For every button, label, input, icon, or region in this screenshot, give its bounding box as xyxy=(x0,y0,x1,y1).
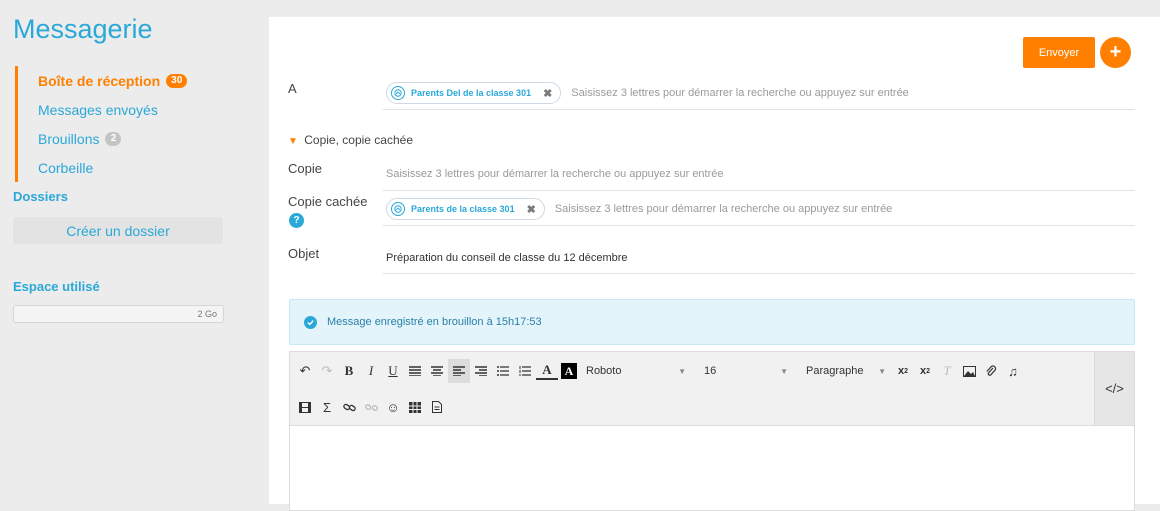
font-family-select[interactable]: Roboto ▼ xyxy=(580,365,692,377)
to-field[interactable]: Parents Del de la classe 301 ✖ Saisissez… xyxy=(383,77,1135,110)
align-justify-icon[interactable] xyxy=(404,359,426,383)
bcc-search-input[interactable]: Saisissez 3 lettres pour démarrer la rec… xyxy=(555,203,893,215)
drafts-count-badge: 2 xyxy=(105,131,122,146)
storage-title: Espace utilisé xyxy=(13,279,100,294)
unread-count-badge: 30 xyxy=(166,73,188,88)
app-title: Messagerie xyxy=(13,14,153,44)
image-icon[interactable] xyxy=(958,359,980,383)
italic-icon[interactable]: I xyxy=(360,359,382,383)
nav-item-drafts[interactable]: Brouillons 2 xyxy=(18,124,235,153)
caret-down-icon: ▼ xyxy=(678,366,686,376)
superscript-icon[interactable]: x2 xyxy=(914,359,936,383)
subject-label: Objet xyxy=(288,246,320,261)
clear-format-icon[interactable]: T xyxy=(936,359,958,383)
numbered-list-icon[interactable] xyxy=(514,359,536,383)
subject-input[interactable]: Préparation du conseil de classe du 12 d… xyxy=(386,252,628,264)
align-left-icon[interactable] xyxy=(448,359,470,383)
text-color-icon[interactable]: A xyxy=(536,362,558,380)
recipient-chip-label: Parents de la classe 301 xyxy=(411,204,515,214)
mailbox-nav: Boîte de réception 30 Messages envoyés B… xyxy=(15,66,235,182)
caret-down-icon: ▼ xyxy=(780,366,788,376)
help-icon[interactable]: ? xyxy=(289,213,304,228)
nav-item-label: Messages envoyés xyxy=(38,101,158,118)
message-body-input[interactable] xyxy=(290,426,1134,510)
undo-icon[interactable]: ↶ xyxy=(294,359,316,383)
remove-recipient-icon[interactable]: ✖ xyxy=(527,203,536,216)
block-format-select[interactable]: Paragraphe ▼ xyxy=(800,365,892,377)
font-size-select[interactable]: 16 ▼ xyxy=(698,365,794,377)
storage-capacity: 2 Go xyxy=(197,309,217,319)
draft-saved-text: Message enregistré en brouillon à 15h17:… xyxy=(327,316,542,328)
folders-title: Dossiers xyxy=(13,189,68,204)
source-code-button[interactable]: </> xyxy=(1094,352,1134,425)
remove-recipient-icon[interactable]: ✖ xyxy=(543,87,552,100)
create-folder-button[interactable]: Créer un dossier xyxy=(13,217,223,244)
font-size-value: 16 xyxy=(704,365,717,377)
plus-icon: + xyxy=(1109,41,1122,63)
compose-panel: Envoyer + A Parents Del de la classe 301… xyxy=(269,17,1160,511)
sidebar: Messagerie Boîte de réception 30 Message… xyxy=(0,0,250,504)
recipient-chip[interactable]: Parents Del de la classe 301 ✖ xyxy=(386,82,562,104)
bold-icon[interactable]: B xyxy=(338,359,360,383)
send-button[interactable]: Envoyer xyxy=(1023,37,1095,68)
nav-item-inbox[interactable]: Boîte de réception 30 xyxy=(18,66,235,95)
caret-down-icon: ▼ xyxy=(878,366,886,376)
formula-icon[interactable]: Σ xyxy=(316,395,338,419)
block-format-value: Paragraphe xyxy=(806,365,864,377)
align-center-icon[interactable] xyxy=(426,359,448,383)
caret-down-icon: ▼ xyxy=(288,136,298,147)
nav-item-label: Brouillons xyxy=(38,130,100,147)
bcc-field[interactable]: Parents de la classe 301 ✖ Saisissez 3 l… xyxy=(383,193,1135,226)
bcc-label: Copie cachée xyxy=(288,194,368,209)
storage-usage-bar: 2 Go xyxy=(13,305,224,323)
to-label: A xyxy=(288,81,297,96)
toolbar-row-1: ↶ ↷ B I U A A Roboto ▼ 16 ▼ Paragraphe ▼… xyxy=(294,356,1024,386)
cc-field[interactable]: Saisissez 3 lettres pour démarrer la rec… xyxy=(383,158,1135,191)
audio-icon[interactable]: ♫ xyxy=(1002,359,1024,383)
group-icon xyxy=(391,202,405,216)
underline-icon[interactable]: U xyxy=(382,359,404,383)
editor-toolbar: ↶ ↷ B I U A A Roboto ▼ 16 ▼ Paragraphe ▼… xyxy=(290,352,1134,426)
template-icon[interactable] xyxy=(426,395,448,419)
cc-bcc-toggle[interactable]: ▼ Copie, copie cachée xyxy=(288,133,413,147)
group-icon xyxy=(391,86,405,100)
recipient-chip-label: Parents Del de la classe 301 xyxy=(411,88,532,98)
nav-item-label: Corbeille xyxy=(38,159,94,176)
font-family-value: Roboto xyxy=(586,365,622,377)
rich-text-editor: ↶ ↷ B I U A A Roboto ▼ 16 ▼ Paragraphe ▼… xyxy=(289,351,1135,511)
link-icon[interactable] xyxy=(338,395,360,419)
unlink-icon[interactable] xyxy=(360,395,382,419)
recipient-chip[interactable]: Parents de la classe 301 ✖ xyxy=(386,198,545,220)
nav-item-label: Boîte de réception xyxy=(38,72,161,89)
to-search-input[interactable]: Saisissez 3 lettres pour démarrer la rec… xyxy=(571,87,909,99)
emoji-icon[interactable]: ☺ xyxy=(382,395,404,419)
background-color-icon[interactable]: A xyxy=(558,359,580,383)
bullet-list-icon[interactable] xyxy=(492,359,514,383)
redo-icon[interactable]: ↷ xyxy=(316,359,338,383)
align-right-icon[interactable] xyxy=(470,359,492,383)
attachment-icon[interactable] xyxy=(980,359,1002,383)
cc-bcc-toggle-label: Copie, copie cachée xyxy=(304,133,413,147)
cc-label: Copie xyxy=(288,161,322,176)
check-circle-icon xyxy=(304,315,317,329)
table-icon[interactable] xyxy=(404,395,426,419)
nav-item-trash[interactable]: Corbeille xyxy=(18,153,235,182)
toolbar-row-2: Σ ☺ xyxy=(294,392,448,422)
subject-field[interactable]: Préparation du conseil de classe du 12 d… xyxy=(383,243,1135,274)
new-message-button[interactable]: + xyxy=(1100,37,1131,68)
video-icon[interactable] xyxy=(294,395,316,419)
cc-search-input[interactable]: Saisissez 3 lettres pour démarrer la rec… xyxy=(386,168,724,180)
draft-saved-alert: Message enregistré en brouillon à 15h17:… xyxy=(289,299,1135,345)
nav-item-sent[interactable]: Messages envoyés xyxy=(18,95,235,124)
subscript-icon[interactable]: x2 xyxy=(892,359,914,383)
